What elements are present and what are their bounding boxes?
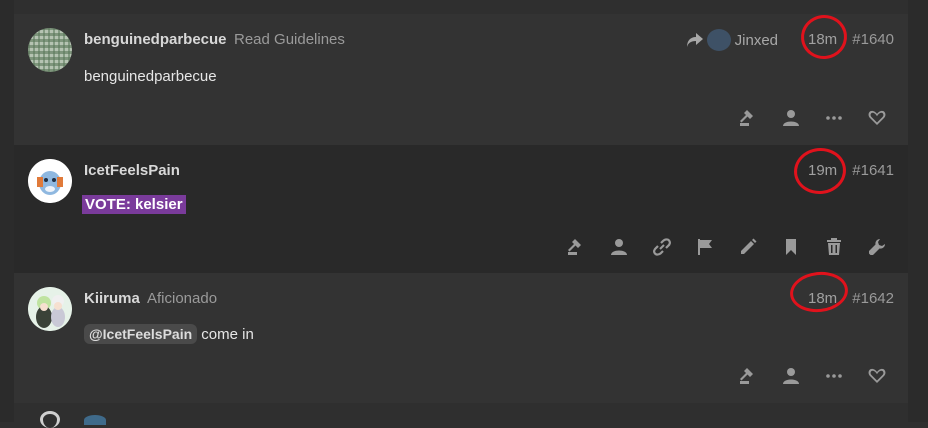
heart-icon	[868, 368, 885, 383]
admin-button[interactable]	[554, 233, 597, 261]
avatar[interactable]	[28, 159, 72, 203]
avatar-image	[28, 287, 72, 331]
admin-wrench-button[interactable]	[855, 233, 898, 261]
like-button[interactable]	[855, 104, 898, 132]
link-icon	[652, 238, 671, 256]
reply-to-username: Jinxed	[734, 31, 778, 49]
partial-avatar	[84, 415, 106, 425]
post-actions	[554, 233, 898, 261]
user-card-button[interactable]	[769, 362, 812, 390]
avatar[interactable]	[28, 287, 72, 331]
post-actions	[726, 362, 898, 390]
copy-link-button[interactable]	[640, 233, 683, 261]
admin-button[interactable]	[726, 104, 769, 132]
hammer-icon	[567, 239, 581, 255]
hammer-icon	[739, 110, 753, 126]
heart-icon	[868, 110, 885, 125]
more-icon	[825, 374, 842, 378]
avatar[interactable]	[28, 28, 72, 72]
vote-highlight: VOTE: kelsier	[82, 195, 186, 214]
user-mention[interactable]: @IcetFeelsPain	[84, 324, 198, 344]
reply-avatar	[706, 29, 731, 51]
post-number[interactable]: #1642	[852, 290, 894, 307]
post-number[interactable]: #1640	[852, 31, 894, 48]
like-button[interactable]	[855, 362, 898, 390]
avatar-image	[28, 159, 72, 203]
pencil-icon	[740, 238, 756, 254]
trash-icon	[826, 238, 841, 255]
flag-icon	[697, 239, 712, 255]
user-icon	[610, 239, 627, 255]
delete-button[interactable]	[812, 233, 855, 261]
post-body-text: come in	[197, 326, 254, 343]
next-post-partial	[14, 403, 908, 428]
reply-arrow-icon	[686, 33, 703, 47]
annotation-circle	[798, 12, 850, 62]
post-number[interactable]: #1641	[852, 162, 894, 179]
post-username[interactable]: Kiiruma	[84, 290, 140, 307]
more-button[interactable]	[812, 362, 855, 390]
post-body: benguinedparbecue	[84, 68, 217, 85]
annotation-circle	[788, 269, 850, 315]
more-icon	[825, 116, 842, 120]
user-card-button[interactable]	[597, 233, 640, 261]
user-icon	[782, 110, 799, 126]
hammer-icon	[739, 368, 753, 384]
annotation-circle	[791, 145, 849, 197]
bookmark-icon	[785, 239, 796, 255]
right-gutter	[908, 0, 928, 422]
post-1641: IcetFeelsPain 19m #1641 VOTE: kelsier	[14, 145, 908, 273]
more-button[interactable]	[812, 104, 855, 132]
post-username[interactable]: benguinedparbecue	[84, 31, 227, 48]
flag-button[interactable]	[683, 233, 726, 261]
wrench-icon	[868, 239, 885, 255]
user-title: Aficionado	[147, 290, 218, 307]
user-title: Read Guidelines	[234, 31, 345, 48]
admin-button[interactable]	[726, 362, 769, 390]
edit-button[interactable]	[726, 233, 769, 261]
partial-icon	[40, 411, 60, 428]
post-1640: benguinedparbecue Read Guidelines Jinxed…	[14, 12, 908, 145]
post-actions	[726, 104, 898, 132]
post-username[interactable]: IcetFeelsPain	[84, 162, 180, 179]
left-gutter	[0, 0, 14, 422]
post-body: @IcetFeelsPain come in	[84, 324, 254, 344]
reply-to-tab[interactable]: Jinxed	[686, 29, 778, 51]
bookmark-button[interactable]	[769, 233, 812, 261]
user-card-button[interactable]	[769, 104, 812, 132]
user-icon	[782, 368, 799, 384]
post-1642: Kiiruma Aficionado 18m #1642 @IcetFeelsP…	[14, 269, 908, 403]
